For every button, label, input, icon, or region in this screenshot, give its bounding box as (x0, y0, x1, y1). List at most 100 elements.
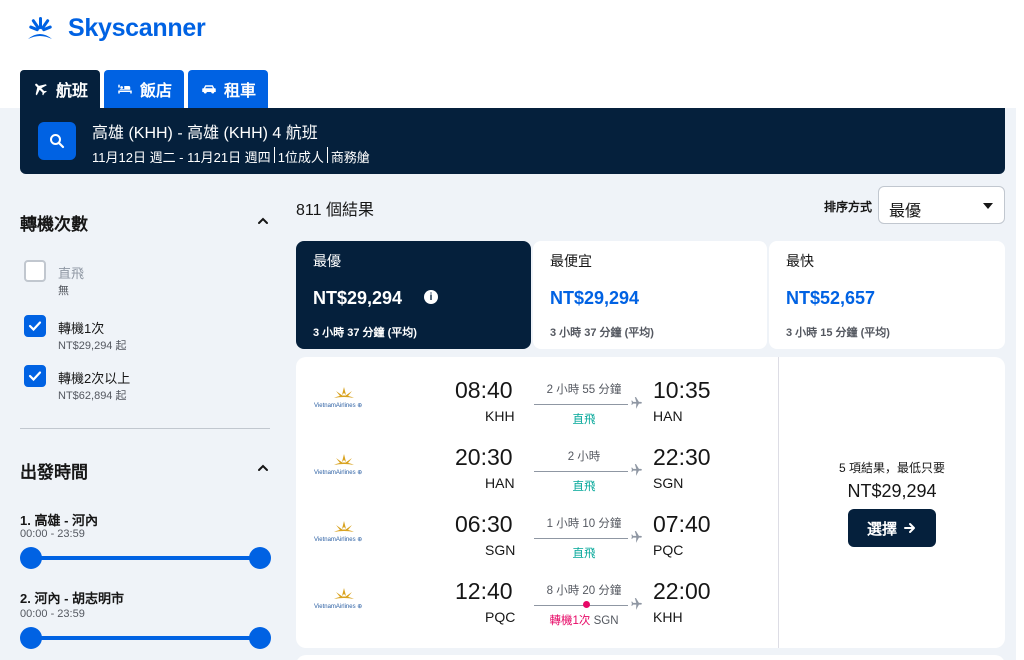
checkmark-icon (28, 321, 42, 332)
airline-logo-icon: VietnamAirlines ⊕ (314, 521, 362, 543)
range-value: 00:00 - 23:59 (20, 608, 85, 620)
stops-info: 直飛 (572, 548, 596, 560)
svg-text:VietnamAirlines ⊕: VietnamAirlines ⊕ (314, 403, 362, 409)
select-label: 選擇 (866, 520, 897, 538)
flight-leg: VietnamAirlines ⊕ 06:30 SGN 1 小時 10 分鐘 直… (296, 507, 778, 573)
search-button[interactable] (38, 122, 76, 160)
sort-tab-price: NT$29,294 (550, 288, 640, 308)
sort-tab-duration: 3 小時 37 分鐘 (平均) (313, 327, 417, 339)
top-header: Skyscanner 航班 飯店 租車 (0, 0, 1024, 108)
info-icon[interactable]: i (424, 290, 438, 304)
departure-airport: SGN (485, 542, 516, 558)
option-label: 直飛 (58, 266, 85, 281)
flight-leg: VietnamAirlines ⊕ 20:30 HAN 2 小時 直飛 22:3… (296, 440, 778, 506)
range-label: 1. 高雄 - 河內 (20, 513, 99, 528)
plane-icon (35, 83, 47, 96)
sort-tab-best[interactable]: 最優 NT$29,294 i 3 小時 37 分鐘 (平均) (296, 241, 531, 349)
tab-label: 飯店 (140, 83, 173, 100)
sort-tab-duration: 3 小時 15 分鐘 (平均) (786, 327, 890, 339)
checkbox[interactable] (24, 315, 46, 337)
sort-tab-duration: 3 小時 37 分鐘 (平均) (550, 327, 654, 339)
search-summary-bar[interactable]: 高雄 (KHH) - 高雄 (KHH) 4 航班 11月12日 週二 - 11月… (20, 108, 1005, 174)
chevron-up-icon[interactable] (256, 461, 270, 475)
route-line (534, 538, 628, 539)
tab-label: 租車 (224, 83, 257, 100)
range-value: 00:00 - 23:59 (20, 528, 85, 540)
stops-info: 直飛 (572, 481, 596, 493)
tab-flights[interactable]: 航班 (20, 70, 101, 108)
search-icon (50, 134, 65, 149)
sort-tab-fastest[interactable]: 最快 NT$52,657 3 小時 15 分鐘 (平均) (769, 241, 1005, 349)
slider-handle-start[interactable] (20, 547, 42, 569)
plane-icon (631, 464, 642, 476)
stopover-dot (583, 601, 590, 608)
svg-text:VietnamAirlines ⊕: VietnamAirlines ⊕ (314, 604, 362, 610)
flight-duration: 2 小時 (567, 451, 601, 463)
search-travellers: 1位成人 (277, 150, 324, 165)
airline-logo-icon: VietnamAirlines ⊕ (314, 454, 362, 476)
svg-text:VietnamAirlines ⊕: VietnamAirlines ⊕ (314, 537, 362, 543)
flight-duration: 2 小時 55 分鐘 (546, 384, 622, 396)
arrow-right-icon (904, 523, 915, 533)
sort-tab-title: 最快 (786, 253, 814, 269)
tab-label: 航班 (56, 83, 89, 100)
slider-handle-end[interactable] (249, 627, 271, 649)
checkmark-icon (28, 371, 42, 382)
skyscanner-logo[interactable]: Skyscanner (20, 14, 206, 43)
time-slider[interactable] (20, 547, 271, 569)
slider-handle-start[interactable] (20, 627, 42, 649)
departure-airport: KHH (485, 408, 515, 424)
flight-leg: VietnamAirlines ⊕ 08:40 KHH 2 小時 55 分鐘 直… (296, 373, 778, 439)
departure-airport: PQC (485, 609, 516, 625)
departure-time: 12:40 (455, 578, 513, 604)
arrival-airport: PQC (653, 542, 684, 558)
stops-info: 直飛 (572, 414, 596, 426)
route-line (534, 404, 628, 405)
sort-tab-title: 最便宜 (550, 253, 592, 269)
airline-logo-icon: VietnamAirlines ⊕ (314, 387, 362, 409)
chevron-up-icon[interactable] (256, 214, 270, 228)
range-label: 2. 河內 - 胡志明市 (20, 591, 125, 606)
next-itinerary-card[interactable] (296, 655, 1005, 660)
tab-car-hire[interactable]: 租車 (188, 70, 269, 108)
stops-info: 轉機1次 SGN (534, 612, 634, 628)
flight-leg: VietnamAirlines ⊕ 12:40 PQC 8 小時 20 分鐘 轉… (296, 574, 778, 640)
itinerary-card[interactable]: VietnamAirlines ⊕ 08:40 KHH 2 小時 55 分鐘 直… (296, 357, 1005, 648)
departure-airport: HAN (485, 475, 515, 491)
arrival-airport: HAN (653, 408, 683, 424)
departure-time: 06:30 (455, 511, 513, 537)
checkbox[interactable] (24, 365, 46, 387)
sort-dropdown[interactable]: 最優 (878, 186, 1005, 224)
departure-time: 08:40 (455, 377, 513, 403)
sort-tab-cheapest[interactable]: 最便宜 NT$29,294 3 小時 37 分鐘 (平均) (533, 241, 767, 349)
option-sub: NT$29,294 起 (58, 340, 127, 352)
sort-tab-price: NT$52,657 (786, 288, 876, 308)
search-dates: 11月12日 週二 - 11月21日 週四 (92, 150, 271, 165)
departure-time: 20:30 (455, 444, 513, 470)
results-count: 811 個結果 (296, 202, 374, 219)
divider (326, 147, 328, 163)
page-edge (1016, 108, 1024, 660)
arrival-time: 07:40 (653, 511, 711, 537)
divider (20, 428, 270, 429)
tab-hotels[interactable]: 飯店 (104, 70, 185, 108)
select-button[interactable]: 選擇 (848, 509, 936, 547)
search-cabin: 商務艙 (330, 150, 370, 165)
divider (273, 147, 275, 163)
flight-duration: 8 小時 20 分鐘 (546, 585, 622, 597)
product-tabs: 航班 飯店 租車 (20, 70, 269, 108)
time-slider[interactable] (20, 627, 271, 649)
checkbox[interactable] (24, 260, 46, 282)
search-route-title: 高雄 (KHH) - 高雄 (KHH) 4 航班 (92, 125, 318, 142)
stops-filter-heading: 轉機次數 (20, 215, 88, 234)
sort-tab-price: NT$29,294 (313, 288, 403, 308)
itinerary-price: NT$29,294 (847, 481, 937, 501)
slider-handle-end[interactable] (249, 547, 271, 569)
price-panel: 5 項結果，最低只要 NT$29,294 選擇 (779, 357, 1005, 648)
deals-note: 5 項結果，最低只要 (838, 461, 945, 475)
sort-value: 最優 (889, 203, 922, 220)
bed-icon (118, 84, 132, 94)
svg-text:VietnamAirlines ⊕: VietnamAirlines ⊕ (314, 470, 362, 476)
plane-icon (631, 598, 642, 610)
option-sub: NT$62,894 起 (58, 390, 127, 402)
